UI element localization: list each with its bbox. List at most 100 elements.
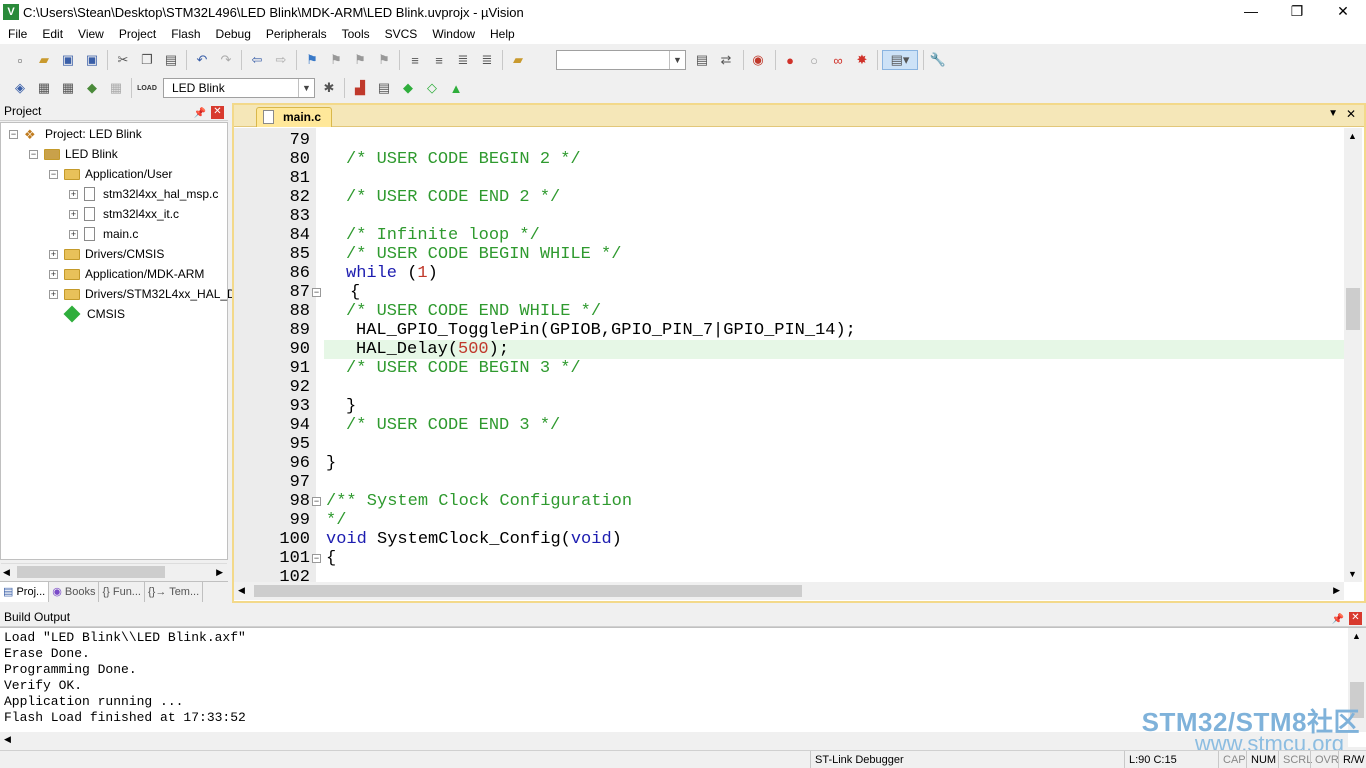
replace-icon[interactable]: ⇄: [716, 50, 736, 70]
tree-item-target[interactable]: − LED Blink: [29, 144, 118, 164]
menu-peripherals[interactable]: Peripherals: [258, 24, 334, 44]
uncomment-icon[interactable]: ≣: [477, 50, 497, 70]
unindent-icon[interactable]: ≡: [429, 50, 449, 70]
scroll-left-icon[interactable]: ◀: [238, 585, 245, 596]
tree-item-component[interactable]: CMSIS: [63, 304, 125, 324]
close-icon[interactable]: ✕: [211, 106, 224, 119]
code-area[interactable]: − − − /* USER CODE BEGIN 2 */ /* USER CO…: [234, 128, 1344, 582]
start-debug-icon[interactable]: ◉: [748, 50, 768, 70]
pin-icon[interactable]: 📌: [1332, 611, 1344, 628]
minimize-button[interactable]: —: [1228, 0, 1274, 24]
find-in-files-icon[interactable]: ▰: [508, 50, 528, 70]
tree-item-group[interactable]: + Drivers/CMSIS: [49, 244, 164, 264]
tab-templates[interactable]: {}→ Tem...: [145, 582, 204, 602]
editor-vscrollbar[interactable]: ▲ ▼: [1344, 128, 1362, 582]
translate-icon[interactable]: ◈: [10, 78, 30, 98]
scroll-thumb[interactable]: [1346, 288, 1360, 330]
menu-view[interactable]: View: [70, 24, 111, 44]
scroll-left-icon[interactable]: ◀: [4, 734, 11, 745]
menu-tools[interactable]: Tools: [334, 24, 377, 44]
expand-icon[interactable]: +: [49, 289, 58, 299]
tab-list-dropdown-icon[interactable]: ▼: [1328, 108, 1338, 119]
close-icon[interactable]: ✕: [1346, 107, 1356, 121]
scroll-up-icon[interactable]: ▲: [1352, 631, 1361, 641]
insert-breakpoint-icon[interactable]: ●: [780, 50, 800, 70]
tab-main-c[interactable]: main.c: [256, 107, 332, 127]
expand-icon[interactable]: +: [49, 249, 58, 259]
kill-breakpoints-icon[interactable]: ✸: [852, 50, 872, 70]
bookmark-toggle-icon[interactable]: ⚑: [302, 50, 322, 70]
fold-collapse-icon[interactable]: −: [312, 497, 321, 506]
tree-item-file[interactable]: + stm32l4xx_hal_msp.c: [69, 184, 218, 204]
save-icon[interactable]: ▣: [58, 50, 78, 70]
pack-installer-icon[interactable]: ▲: [446, 78, 466, 98]
collapse-icon[interactable]: −: [9, 129, 18, 139]
find-combo[interactable]: ▼: [556, 50, 686, 70]
scroll-up-icon[interactable]: ▲: [1348, 131, 1357, 141]
menu-project[interactable]: Project: [111, 24, 163, 44]
menu-svcs[interactable]: SVCS: [377, 24, 425, 44]
bookmark-clear-icon[interactable]: ⚑: [374, 50, 394, 70]
menu-edit[interactable]: Edit: [34, 24, 70, 44]
tab-project[interactable]: ▤ Proj...: [0, 582, 50, 602]
target-select[interactable]: LED Blink ▼: [163, 78, 315, 98]
collapse-icon[interactable]: −: [49, 169, 58, 179]
bookmark-prev-icon[interactable]: ⚑: [326, 50, 346, 70]
select-packs-icon[interactable]: ◇: [422, 78, 442, 98]
fold-collapse-icon[interactable]: −: [312, 288, 321, 297]
expand-icon[interactable]: +: [69, 229, 78, 239]
expand-icon[interactable]: +: [49, 269, 58, 279]
menu-file[interactable]: File: [0, 24, 34, 44]
build-icon[interactable]: ▦: [34, 78, 54, 98]
undo-icon[interactable]: ↶: [192, 50, 212, 70]
stop-build-icon[interactable]: ▦: [106, 78, 126, 98]
scroll-thumb[interactable]: [17, 566, 165, 578]
tree-item-group[interactable]: + Drivers/STM32L4xx_HAL_D: [49, 284, 236, 304]
close-icon[interactable]: ✕: [1349, 612, 1362, 625]
expand-icon[interactable]: +: [69, 209, 78, 219]
cut-icon[interactable]: ✂: [113, 50, 133, 70]
redo-icon[interactable]: ↷: [216, 50, 236, 70]
enable-breakpoint-icon[interactable]: ○: [804, 50, 824, 70]
rebuild-icon[interactable]: ▦: [58, 78, 78, 98]
manage-project-items-icon[interactable]: ▟: [350, 78, 370, 98]
find-icon[interactable]: ▤: [692, 50, 712, 70]
chevron-down-icon[interactable]: ▼: [298, 79, 314, 97]
disable-breakpoints-icon[interactable]: ∞: [828, 50, 848, 70]
pin-icon[interactable]: 📌: [194, 105, 206, 122]
batch-build-icon[interactable]: ◆: [82, 78, 102, 98]
window-layout-icon[interactable]: ▤▾: [882, 50, 918, 70]
tree-item-project[interactable]: − ❖ Project: LED Blink: [9, 124, 142, 144]
tab-functions[interactable]: {} Fun...: [99, 582, 145, 602]
tree-item-file[interactable]: + main.c: [69, 224, 138, 244]
scroll-right-icon[interactable]: ▶: [1333, 585, 1340, 596]
load-flash-icon[interactable]: LOAD: [137, 78, 157, 98]
tree-item-group[interactable]: − Application/User: [49, 164, 172, 184]
bookmark-next-icon[interactable]: ⚑: [350, 50, 370, 70]
scroll-thumb[interactable]: [254, 585, 802, 597]
menu-help[interactable]: Help: [482, 24, 522, 44]
scroll-left-icon[interactable]: ◀: [3, 567, 10, 578]
manage-multi-project-icon[interactable]: ▤: [374, 78, 394, 98]
scroll-down-icon[interactable]: ▼: [1348, 569, 1357, 579]
comment-icon[interactable]: ≣: [453, 50, 473, 70]
navigate-back-icon[interactable]: ⇦: [247, 50, 267, 70]
tree-hscrollbar[interactable]: ◀ ▶: [1, 563, 227, 580]
open-file-icon[interactable]: ▰: [34, 50, 54, 70]
chevron-down-icon[interactable]: ▼: [669, 51, 685, 69]
new-file-icon[interactable]: ▫: [10, 50, 30, 70]
collapse-icon[interactable]: −: [29, 149, 38, 159]
editor-hscrollbar[interactable]: ◀ ▶: [234, 582, 1344, 600]
expand-icon[interactable]: +: [69, 189, 78, 199]
close-window-button[interactable]: ✕: [1320, 0, 1366, 24]
maximize-button[interactable]: ❐: [1274, 0, 1320, 24]
menu-debug[interactable]: Debug: [208, 24, 258, 44]
target-options-icon[interactable]: ✱: [319, 78, 339, 98]
scroll-right-icon[interactable]: ▶: [216, 567, 223, 578]
paste-icon[interactable]: ▤: [161, 50, 181, 70]
copy-icon[interactable]: ❐: [137, 50, 157, 70]
menu-flash[interactable]: Flash: [163, 24, 207, 44]
tree-item-group[interactable]: + Application/MDK-ARM: [49, 264, 204, 284]
configure-icon[interactable]: 🔧: [928, 50, 948, 70]
navigate-forward-icon[interactable]: ⇨: [271, 50, 291, 70]
